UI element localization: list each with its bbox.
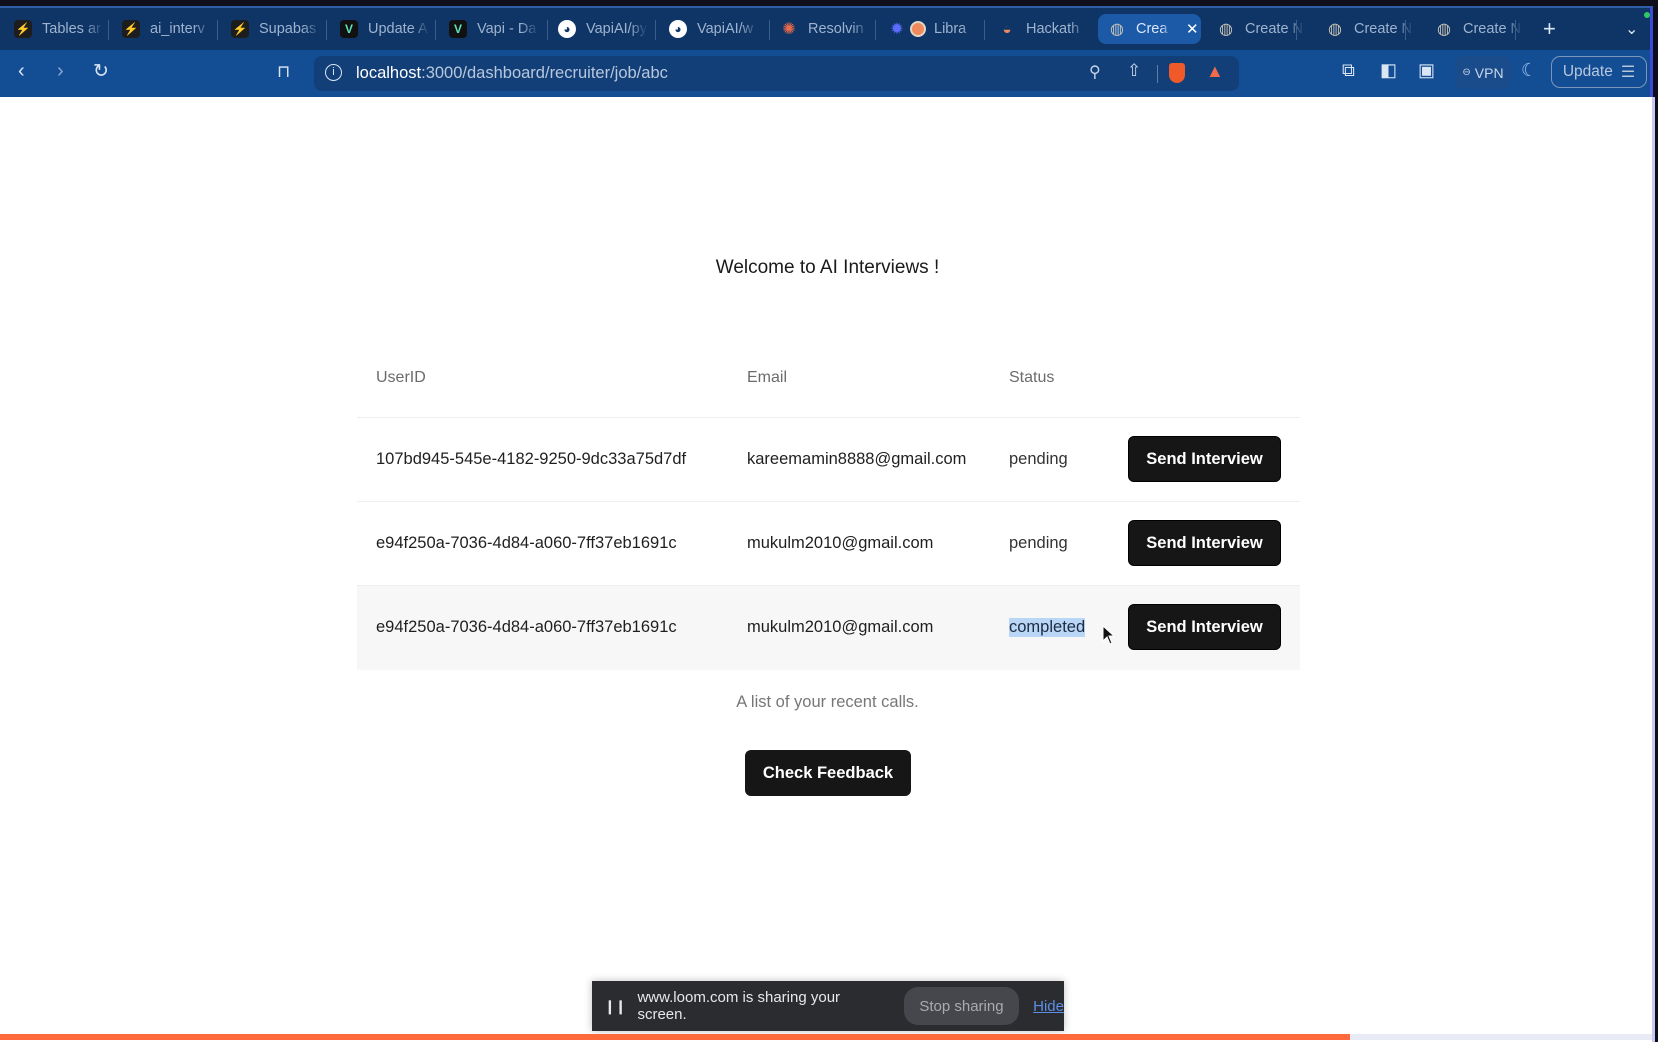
tab-separator <box>875 20 876 40</box>
supabase-icon: ⚡ <box>231 20 249 38</box>
globe-icon: ◍ <box>1437 21 1451 38</box>
tab[interactable]: ⚡ ai_interv <box>122 14 212 44</box>
column-header-status: Status <box>1009 369 1055 386</box>
tab-separator <box>1515 20 1516 40</box>
vpn-status-icon: ⊖ <box>1462 67 1471 78</box>
status-dot <box>1644 12 1650 18</box>
screen-share-message: www.loom.com is sharing your screen. <box>637 989 841 1023</box>
tab[interactable]: ⚡ Tables ar <box>14 14 104 44</box>
tab-separator <box>326 20 327 40</box>
brave-rewards-icon[interactable]: ▲ <box>1206 61 1224 82</box>
tab[interactable]: V Update A <box>340 14 430 44</box>
navigation-bar: ‹ › ↻ ⊓ i localhost:3000/dashboard/recru… <box>0 50 1653 97</box>
table-row-hovered: e94f250a-7036-4d84-a060-7ff37eb1691c muk… <box>357 585 1300 670</box>
tab[interactable]: ◕ VapiAI/w <box>669 14 764 44</box>
gear-icon: ✹ <box>890 21 904 38</box>
status-cell: pending <box>1009 534 1068 552</box>
update-menu-button[interactable]: Update ☰ <box>1551 56 1647 88</box>
hackathon-icon: ◒ <box>1002 20 1012 38</box>
github-icon: ◕ <box>669 20 687 38</box>
status-cell: pending <box>1009 450 1068 468</box>
column-header-email: Email <box>747 369 788 386</box>
back-icon[interactable]: ‹ <box>18 60 25 83</box>
tab[interactable]: ◍ Create N <box>1435 14 1523 44</box>
globe-icon: ◍ <box>1328 21 1342 38</box>
check-feedback-button[interactable]: Check Feedback <box>745 750 911 796</box>
hide-button[interactable]: Hide <box>1033 998 1064 1015</box>
user-id-cell: e94f250a-7036-4d84-a060-7ff37eb1691c <box>376 534 677 552</box>
globe-icon: ◍ <box>1219 21 1233 38</box>
wallet-icon[interactable]: ▣ <box>1418 60 1435 81</box>
send-interview-button[interactable]: Send Interview <box>1128 436 1281 482</box>
recording-progress-fill <box>0 1034 1350 1040</box>
tab-separator <box>769 20 770 40</box>
zoom-icon[interactable]: ⚲ <box>1089 62 1101 82</box>
supabase-icon: ⚡ <box>122 20 140 38</box>
tab-separator <box>1296 20 1297 40</box>
page-content: Welcome to AI Interviews ! UserID Email … <box>0 97 1655 1042</box>
close-tab-icon[interactable]: ✕ <box>1186 20 1199 38</box>
tab-separator <box>217 20 218 40</box>
send-interview-button[interactable]: Send Interview <box>1128 520 1281 566</box>
stop-sharing-button[interactable]: Stop sharing <box>903 987 1020 1025</box>
globe-icon: ◍ <box>1110 21 1124 38</box>
brave-shield-icon[interactable] <box>1169 63 1185 83</box>
bug-icon: ✺ <box>782 21 796 38</box>
tab[interactable]: ◍ Create N <box>1217 14 1305 44</box>
tab-separator <box>547 20 548 40</box>
tab[interactable]: ✹ Libra <box>888 14 983 44</box>
send-interview-button[interactable]: Send Interview <box>1128 604 1281 650</box>
url-text[interactable]: localhost:3000/dashboard/recruiter/job/a… <box>356 64 668 83</box>
user-id-cell: 107bd945-545e-4182-9250-9dc33a75d7df <box>376 450 687 468</box>
table-row: 107bd945-545e-4182-9250-9dc33a75d7df kar… <box>357 417 1300 502</box>
github-icon: ◕ <box>558 20 576 38</box>
tab[interactable]: ⚡ Supabas <box>231 14 321 44</box>
site-info-icon[interactable]: i <box>325 64 342 81</box>
reload-icon[interactable]: ↻ <box>93 60 109 83</box>
page-title: Welcome to AI Interviews ! <box>715 257 940 278</box>
tab[interactable]: ◕ VapiAI/py <box>558 14 653 44</box>
menu-icon: ☰ <box>1620 64 1636 81</box>
sidebar-icon[interactable]: ◧ <box>1380 60 1397 81</box>
record-icon <box>910 21 926 37</box>
tab[interactable]: V Vapi - Da <box>449 14 539 44</box>
status-cell-selected: completed <box>1009 618 1086 637</box>
address-bar[interactable]: i localhost:3000/dashboard/recruiter/job… <box>314 56 1239 91</box>
vapi-icon: V <box>340 20 358 38</box>
email-cell: kareemamin8888@gmail.com <box>747 450 967 468</box>
divider <box>1157 65 1158 83</box>
table-row: e94f250a-7036-4d84-a060-7ff37eb1691c muk… <box>357 501 1300 586</box>
drag-handle-icon[interactable]: ❙❙ <box>604 998 626 1015</box>
tab-separator <box>655 20 656 40</box>
email-cell: mukulm2010@gmail.com <box>747 534 934 552</box>
mouse-cursor-icon <box>1102 625 1116 645</box>
new-tab-button[interactable]: + <box>1543 14 1565 44</box>
table-caption: A list of your recent calls. <box>736 693 919 711</box>
tab[interactable]: ✺ Resolvin <box>780 14 875 44</box>
tab-separator <box>984 20 985 40</box>
leo-ai-icon[interactable]: ☾ <box>1521 60 1537 81</box>
extensions-icon[interactable]: ⧉ <box>1342 60 1355 81</box>
tab-bar: ⚡ Tables ar ⚡ ai_interv ⚡ Supabas V Upda… <box>0 6 1653 52</box>
vpn-button[interactable]: ⊖ VPN <box>1455 56 1511 89</box>
forward-icon[interactable]: › <box>57 60 64 83</box>
vapi-icon: V <box>449 20 467 38</box>
tab-separator <box>108 20 109 40</box>
tab[interactable]: ◍ Create N <box>1326 14 1414 44</box>
supabase-icon: ⚡ <box>14 20 32 38</box>
bookmark-icon[interactable]: ⊓ <box>277 62 290 82</box>
screen-share-bar: ❙❙ www.loom.com is sharing your screen. … <box>592 981 1064 1031</box>
tab-list-chevron-icon[interactable]: ⌄ <box>1625 14 1645 44</box>
tab-separator <box>435 20 436 40</box>
share-icon[interactable]: ⇧ <box>1127 61 1141 81</box>
email-cell: mukulm2010@gmail.com <box>747 618 934 636</box>
tab-separator <box>1405 20 1406 40</box>
tab[interactable]: ◒ Hackath <box>998 14 1093 44</box>
user-id-cell: e94f250a-7036-4d84-a060-7ff37eb1691c <box>376 618 677 636</box>
column-header-userid: UserID <box>376 369 426 386</box>
tab-active[interactable]: ◍ Crea ✕ <box>1098 14 1201 44</box>
